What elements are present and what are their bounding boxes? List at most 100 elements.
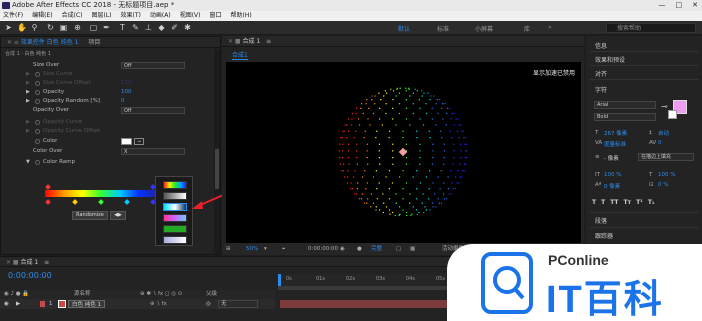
tab-effect-controls[interactable]: 效果控件 白色 纯色 1 xyxy=(21,39,79,46)
zoom-tool-icon[interactable]: ⚲ xyxy=(30,23,39,32)
rectangle-tool-icon[interactable]: ▢ xyxy=(89,23,98,32)
layer-name[interactable]: 白色 纯色 1 xyxy=(68,300,105,308)
effect-panel-scrollbar[interactable] xyxy=(214,49,220,254)
horizontal-scale-value[interactable]: 100 % xyxy=(658,172,675,178)
parent-dropdown[interactable]: 无 xyxy=(218,300,258,308)
roto-brush-tool-icon[interactable]: ✐ xyxy=(170,23,179,32)
current-time-indicator[interactable] xyxy=(278,274,281,286)
stopwatch-icon[interactable] xyxy=(35,72,40,77)
minimize-button[interactable]: — xyxy=(659,0,666,11)
workspace-standard[interactable]: 标准 xyxy=(437,24,449,33)
menu-animation[interactable]: 动画(A) xyxy=(150,11,171,21)
prop-opacity[interactable]: ▶ Opacity 100 xyxy=(1,88,216,97)
prop-color-ramp[interactable]: ▼ Color Ramp xyxy=(1,158,216,167)
workspace-small-screen[interactable]: 小屏幕 xyxy=(475,24,493,33)
layer-row[interactable]: ◉ ▶ 1 白色 纯色 1 ⊕ ∖ fx ◎ 无 xyxy=(0,299,275,309)
panel-effects-presets[interactable]: 效果和预设 xyxy=(595,55,625,64)
vertical-scale-value[interactable]: 100 % xyxy=(604,172,621,178)
expand-arrow-icon[interactable]: ▶ xyxy=(26,127,30,136)
stroke-mode-dropdown[interactable]: 在描边上填充 xyxy=(638,153,694,161)
stopwatch-icon[interactable] xyxy=(35,160,40,165)
pan-behind-tool-icon[interactable]: ⊕ xyxy=(73,23,82,32)
stroke-width-value[interactable]: - 像素 xyxy=(604,154,619,162)
prop-opacity-curve-offset[interactable]: ▶ Opacity Curve Offset xyxy=(1,127,216,136)
stopwatch-icon[interactable] xyxy=(35,81,40,86)
subscript-button[interactable]: T₁ xyxy=(648,199,655,206)
type-tool-icon[interactable]: T xyxy=(118,23,127,32)
selection-tool-icon[interactable]: ➤ xyxy=(4,23,13,32)
menu-file[interactable]: 文件(F) xyxy=(3,11,23,21)
prop-size-curve-offset[interactable]: ▶ Size Curve Offset 120 xyxy=(1,79,216,88)
fit-icon[interactable]: ⌖ xyxy=(282,243,285,255)
size-over-dropdown[interactable]: Off xyxy=(121,62,185,69)
superscript-button[interactable]: T¹ xyxy=(636,199,643,206)
stopwatch-icon[interactable] xyxy=(35,129,40,134)
gradient-stop[interactable] xyxy=(45,199,51,205)
opacity-value[interactable]: 100 xyxy=(121,88,132,97)
font-style-dropdown[interactable]: Bold xyxy=(594,113,656,121)
expand-arrow-icon[interactable]: ▶ xyxy=(16,299,20,309)
panel-paragraph[interactable]: 段落 xyxy=(595,216,607,225)
region-icon[interactable]: ▢ xyxy=(396,243,401,255)
viewer-timecode[interactable]: 0:00:00:00 xyxy=(308,243,338,255)
puppet-pin-tool-icon[interactable]: ✱ xyxy=(183,23,192,32)
preset-pink[interactable] xyxy=(163,214,187,222)
pen-tool-icon[interactable]: ✒ xyxy=(102,23,111,32)
camera-tool-icon[interactable]: ▣ xyxy=(59,23,68,32)
stroke-color-swatch[interactable] xyxy=(668,110,677,119)
always-preview-icon[interactable]: ⊞ xyxy=(226,243,231,255)
anchor-point-icon[interactable] xyxy=(398,147,408,157)
parent-pickwhip-icon[interactable]: ◎ xyxy=(206,299,211,309)
panel-tracker[interactable]: 跟踪器 xyxy=(595,231,613,240)
menu-view[interactable]: 视图(V) xyxy=(180,11,201,21)
stopwatch-icon[interactable] xyxy=(35,139,40,144)
stopwatch-icon[interactable] xyxy=(35,99,40,104)
expand-arrow-icon[interactable]: ▶ xyxy=(26,79,30,88)
menu-icon[interactable]: ≡ xyxy=(266,38,271,45)
panel-align[interactable]: 对齐 xyxy=(595,69,607,78)
kerning-value[interactable]: 度量标准 xyxy=(604,140,626,148)
stopwatch-icon[interactable] xyxy=(35,120,40,125)
eyedropper-icon[interactable]: ⊸ xyxy=(661,102,668,111)
menu-icon[interactable]: ≡ xyxy=(44,259,49,266)
workspace-more-icon[interactable]: » xyxy=(548,24,552,31)
layer-switches[interactable]: ⊕ ∖ fx xyxy=(150,299,167,309)
tab-timeline-comp[interactable]: 合成 1 xyxy=(21,259,39,266)
preset-rainbow[interactable] xyxy=(163,181,187,189)
menu-help[interactable]: 帮助(H) xyxy=(231,11,252,21)
baseline-shift-value[interactable]: 0 像素 xyxy=(604,182,620,190)
zoom-level[interactable]: 50% xyxy=(246,243,258,255)
font-size-value[interactable]: 267 像素 xyxy=(604,129,627,137)
layer-visibility-icon[interactable]: ◉ xyxy=(4,299,9,309)
randomize-button[interactable]: Randomize xyxy=(72,211,108,220)
font-family-dropdown[interactable]: Arial xyxy=(594,101,656,109)
color-channel-icon[interactable]: ● xyxy=(357,243,362,255)
prop-color-over[interactable]: Color Over X xyxy=(1,147,216,156)
opacity-over-dropdown[interactable]: Off xyxy=(121,107,185,114)
gradient-stop[interactable] xyxy=(124,199,130,205)
opacity-random-value[interactable]: 0 xyxy=(121,97,125,106)
layer-label-color[interactable] xyxy=(40,301,45,307)
rotate-tool-icon[interactable]: ↻ xyxy=(46,23,55,32)
search-help-input[interactable]: 搜索帮助 xyxy=(606,23,696,33)
menu-layer[interactable]: 图层(L) xyxy=(92,11,112,21)
hand-tool-icon[interactable]: ✋ xyxy=(17,23,27,32)
tab-project[interactable]: 项目 xyxy=(88,39,100,46)
collapse-arrow-icon[interactable]: ▼ xyxy=(26,158,30,167)
close-button[interactable]: ✕ xyxy=(692,0,698,11)
faux-italic-button[interactable]: T xyxy=(601,199,605,206)
expand-arrow-icon[interactable]: ▶ xyxy=(26,97,30,106)
eraser-tool-icon[interactable]: ◆ xyxy=(157,23,166,32)
preset-cyan-selected[interactable] xyxy=(163,203,187,211)
menu-edit[interactable]: 编辑(E) xyxy=(32,11,52,21)
color-ramp-gradient[interactable] xyxy=(45,190,157,197)
expand-arrow-icon[interactable]: ▶ xyxy=(26,118,30,127)
prop-opacity-curve[interactable]: ▶ Opacity Curve xyxy=(1,118,216,127)
composition-subtab[interactable]: 合成1 xyxy=(232,50,248,60)
stopwatch-icon[interactable] xyxy=(35,90,40,95)
close-tab-icon[interactable]: ✕ ■ xyxy=(6,259,21,266)
menu-window[interactable]: 窗口 xyxy=(209,11,221,21)
close-tab-icon[interactable]: ✕ ≡ xyxy=(7,39,21,46)
preset-grey[interactable] xyxy=(163,192,187,200)
expand-arrow-icon[interactable]: ▶ xyxy=(26,88,30,97)
